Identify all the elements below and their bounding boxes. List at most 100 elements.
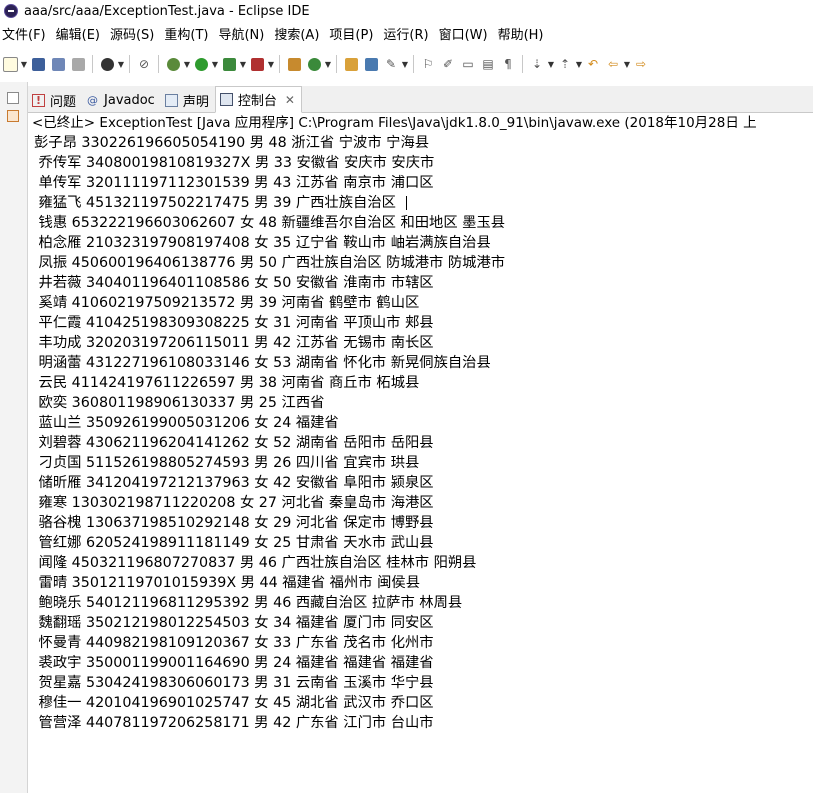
- run-icon[interactable]: [192, 55, 210, 73]
- external-tools-icon[interactable]: [248, 55, 266, 73]
- new-java-package-icon[interactable]: [285, 55, 303, 73]
- menu-navigate[interactable]: 导航(N): [216, 24, 272, 43]
- console-line: 怀曼青 440982198109120367 女 33 广东省 茂名市 化州市: [34, 635, 434, 651]
- menu-help[interactable]: 帮助(H): [496, 24, 552, 43]
- skip-breakpoints-icon[interactable]: ⊘: [135, 55, 153, 73]
- menu-source[interactable]: 源码(S): [108, 24, 162, 43]
- menu-search[interactable]: 搜索(A): [272, 24, 327, 43]
- menu-project[interactable]: 项目(P): [327, 24, 381, 43]
- new-icon[interactable]: [1, 55, 19, 73]
- new-java-class-icon[interactable]: [305, 55, 323, 73]
- tab-declaration[interactable]: 声明: [161, 88, 215, 112]
- console-view[interactable]: <已终止> ExceptionTest [Java 应用程序] C:\Progr…: [28, 113, 813, 793]
- last-edit-location-icon[interactable]: ↶: [584, 55, 602, 73]
- console-line: 凤振 450600196406138776 男 50 广西壮族自治区 防城港市 …: [34, 255, 506, 271]
- package-explorer-icon[interactable]: [7, 110, 19, 122]
- console-line: 闻隆 450321196807270837 男 46 广西壮族自治区 桂林市 阳…: [34, 555, 477, 571]
- previous-annotation-dropdown-icon[interactable]: ▼: [575, 55, 583, 73]
- search-icon[interactable]: ✎: [382, 55, 400, 73]
- menu-window[interactable]: 窗口(W): [437, 24, 496, 43]
- console-line: 雍猛飞 451321197502217475 男 39 广西壮族自治区: [34, 193, 813, 213]
- debug-dropdown-icon[interactable]: ▼: [183, 55, 191, 73]
- console-line: 井若薇 340401196401108586 女 50 安徽省 淮南市 市辖区: [34, 275, 434, 291]
- console-line: 云民 411424197611226597 男 38 河南省 商丘市 柘城县: [34, 375, 420, 391]
- tab-javadoc[interactable]: @ Javadoc: [82, 88, 161, 112]
- toolbar-separator: [336, 55, 337, 73]
- text-cursor: [406, 196, 408, 210]
- console-status: <已终止> ExceptionTest [Java 应用程序] C:\Progr…: [32, 115, 757, 131]
- user-icon[interactable]: [98, 55, 116, 73]
- open-task-icon[interactable]: [362, 55, 380, 73]
- restore-view-icon[interactable]: [7, 92, 19, 104]
- console-line: 乔传军 34080019810819327X 男 33 安徽省 安庆市 安庆市: [34, 155, 435, 171]
- declaration-icon: [164, 93, 178, 107]
- toolbar-separator: [522, 55, 523, 73]
- console-line: 刁贞国 511526198805274593 男 26 四川省 宜宾市 珙县: [34, 455, 420, 471]
- console-line: 管红娜 620524198911181149 女 25 甘肃省 天水市 武山县: [34, 535, 434, 551]
- forward-icon[interactable]: ⇨: [632, 55, 650, 73]
- save-icon[interactable]: [29, 55, 47, 73]
- tab-console[interactable]: 控制台 ✕: [214, 86, 302, 113]
- next-annotation-icon[interactable]: ⇣: [528, 55, 546, 73]
- main-toolbar: ▼ ▼ ⊘ ▼ ▼ ▼ ▼ ▼ ✎ ▼ ⚐ ✐ ▭ ▤ ¶ ⇣ ▼ ⇡ ▼ ↶ …: [0, 47, 813, 82]
- console-line: 柏念雁 210323197908197408 女 35 辽宁省 鞍山市 岫岩满族…: [34, 235, 491, 251]
- console-line: 管营泽 440781197206258171 男 42 广东省 江门市 台山市: [34, 715, 434, 731]
- title-bar: aaa/src/aaa/ExceptionTest.java - Eclipse…: [0, 0, 813, 22]
- toolbar-separator: [158, 55, 159, 73]
- menu-run[interactable]: 运行(R): [381, 24, 436, 43]
- console-line: 贺星嘉 530424198306060173 男 31 云南省 玉溪市 华宁县: [34, 675, 434, 691]
- back-icon[interactable]: ⇦: [604, 55, 622, 73]
- tab-label: 问题: [50, 94, 77, 110]
- console-output[interactable]: 彭子昂 330226196605054190 男 48 浙江省 宁波市 宁海县 …: [28, 133, 813, 733]
- console-line: 丰功成 320203197206115011 男 42 江苏省 无锡市 南长区: [34, 335, 434, 351]
- mark-occurrences-icon[interactable]: ✐: [439, 55, 457, 73]
- toolbar-separator: [413, 55, 414, 73]
- tab-label: 控制台: [237, 94, 277, 109]
- new-dropdown-icon[interactable]: ▼: [20, 55, 28, 73]
- window-title: aaa/src/aaa/ExceptionTest.java - Eclipse…: [24, 3, 310, 19]
- coverage-dropdown-icon[interactable]: ▼: [239, 55, 247, 73]
- open-type-icon[interactable]: [342, 55, 360, 73]
- console-line: 储昕雁 341204197212137963 女 42 安徽省 阜阳市 颍泉区: [34, 475, 434, 491]
- console-line: 骆谷槐 130637198510292148 女 29 河北省 保定市 博野县: [34, 515, 434, 531]
- previous-annotation-icon[interactable]: ⇡: [556, 55, 574, 73]
- save-all-icon[interactable]: [49, 55, 67, 73]
- tab-label: Javadoc: [104, 92, 155, 108]
- menu-file[interactable]: 文件(F): [0, 24, 54, 43]
- close-icon[interactable]: ✕: [285, 93, 295, 107]
- tab-problems[interactable]: ! 问题: [28, 88, 82, 112]
- block-selection-icon[interactable]: ▭: [459, 55, 477, 73]
- toolbar-separator: [92, 55, 93, 73]
- search-dropdown-icon[interactable]: ▼: [401, 55, 409, 73]
- minimized-views-strip: [0, 82, 28, 793]
- console-line: 穆佳一 420104196901025747 女 45 湖北省 武汉市 乔口区: [34, 695, 434, 711]
- problems-icon: !: [32, 93, 45, 107]
- coverage-icon[interactable]: [220, 55, 238, 73]
- show-whitespace-icon[interactable]: ▤: [479, 55, 497, 73]
- console-icon: [219, 93, 233, 106]
- menu-bar: 文件(F) 编辑(E) 源码(S) 重构(T) 导航(N) 搜索(A) 项目(P…: [0, 22, 813, 44]
- menu-edit[interactable]: 编辑(E): [54, 24, 108, 43]
- console-line: 雍寒 130302198711220208 女 27 河北省 秦皇岛市 海港区: [34, 495, 434, 511]
- external-tools-dropdown-icon[interactable]: ▼: [267, 55, 275, 73]
- print-icon[interactable]: [69, 55, 87, 73]
- user-dropdown-icon[interactable]: ▼: [117, 55, 125, 73]
- view-tab-bar: ! 问题 @ Javadoc 声明 控制台 ✕: [28, 86, 813, 113]
- toggle-annotation-icon[interactable]: ⚐: [419, 55, 437, 73]
- next-annotation-dropdown-icon[interactable]: ▼: [547, 55, 555, 73]
- back-dropdown-icon[interactable]: ▼: [623, 55, 631, 73]
- console-line: 平仁霞 410425198309308225 女 31 河南省 平顶山市 郏县: [34, 315, 434, 331]
- console-line: 雷晴 35012119701015939X 男 44 福建省 福州市 闽侯县: [34, 575, 420, 591]
- tab-label: 声明: [182, 94, 209, 110]
- console-line: 明涵蕾 431227196108033146 女 53 湖南省 怀化市 新晃侗族…: [34, 355, 491, 371]
- pilcrow-icon[interactable]: ¶: [499, 55, 517, 73]
- new-class-dropdown-icon[interactable]: ▼: [324, 55, 332, 73]
- console-line: 鲍晓乐 540121196811295392 男 46 西藏自治区 拉萨市 林周…: [34, 595, 463, 611]
- menu-refactor[interactable]: 重构(T): [162, 24, 216, 43]
- debug-icon[interactable]: [164, 55, 182, 73]
- console-line: 单传军 320111197112301539 男 43 江苏省 南京市 浦口区: [34, 175, 434, 191]
- run-dropdown-icon[interactable]: ▼: [211, 55, 219, 73]
- console-line: 刘碧蓉 430621196204141262 女 52 湖南省 岳阳市 岳阳县: [34, 435, 434, 451]
- console-line: 彭子昂 330226196605054190 男 48 浙江省 宁波市 宁海县: [34, 135, 430, 151]
- toolbar-separator: [279, 55, 280, 73]
